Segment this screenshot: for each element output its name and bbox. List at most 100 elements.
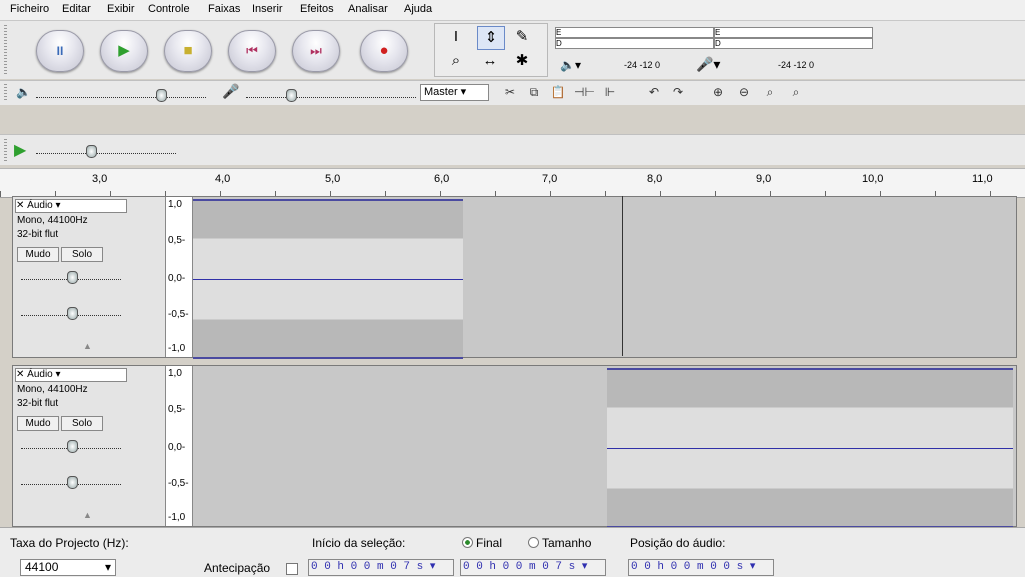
selection-start-field[interactable]: 0 0 h 0 0 m 0 7 s ▾ — [308, 559, 454, 576]
gain-slider[interactable] — [21, 269, 121, 284]
menu-exibir[interactable]: Exibir — [107, 3, 135, 15]
selection-tool[interactable]: I — [443, 26, 469, 48]
skip-to-start-button[interactable]: ⏮ — [228, 30, 276, 72]
solo-button[interactable]: Solo — [61, 416, 103, 431]
record-volume-slider[interactable] — [246, 87, 416, 102]
gain-slider[interactable] — [21, 438, 121, 453]
microphone-icon: 🎤 — [222, 83, 240, 99]
menu-analisar[interactable]: Analisar — [348, 3, 388, 15]
zoom-in-icon[interactable]: ⊕ — [708, 83, 728, 101]
ruler-label: 11,0 — [972, 173, 993, 185]
menu-faixas[interactable]: Faixas — [208, 3, 240, 15]
timeshift-tool[interactable]: ↔ — [477, 50, 503, 72]
playback-meter[interactable]: E D — [555, 27, 714, 59]
slider-knob[interactable] — [67, 271, 78, 284]
ruler-label: 7,0 — [542, 173, 558, 185]
slider-knob[interactable] — [286, 89, 297, 102]
redo-icon[interactable]: ↷ — [668, 83, 688, 101]
pause-icon: II — [56, 44, 64, 58]
playback-volume-slider[interactable] — [36, 87, 206, 102]
meter-right-channel: D — [714, 38, 873, 49]
slider-knob[interactable] — [67, 476, 78, 489]
track-name-dropdown[interactable]: ✕ Áudio ▾ — [15, 199, 127, 213]
speaker-icon[interactable]: 🔈▾ — [560, 58, 581, 72]
silence-icon[interactable]: ⊩ — [600, 83, 620, 101]
project-rate-select[interactable]: 44100 ▾ — [20, 559, 116, 576]
paste-icon[interactable]: 📋 — [548, 83, 568, 101]
collapse-arrow-icon[interactable]: ▲ — [83, 510, 92, 520]
play-at-speed-icon[interactable]: ▶ — [14, 140, 26, 160]
menu-inserir[interactable]: Inserir — [252, 3, 283, 15]
record-meter[interactable]: E D — [714, 27, 873, 59]
tools-toolbar: I ⇕ ✎ ⌕ ↔ ✱ — [434, 23, 548, 77]
menu-efeitos[interactable]: Efeitos — [300, 3, 334, 15]
fit-selection-icon[interactable]: ⌕ — [760, 83, 780, 101]
meter-right-channel: D — [555, 38, 714, 49]
fit-project-icon[interactable]: ⌕ — [786, 83, 806, 101]
multi-tool[interactable]: ✱ — [509, 50, 535, 72]
audio-position-label: Posição do áudio: — [630, 536, 726, 550]
stop-icon: ■ — [183, 42, 193, 59]
waveform-clip[interactable] — [607, 368, 1013, 528]
selection-toolbar: Taxa do Projecto (Hz): 44100 ▾ Antecipaç… — [0, 527, 1025, 577]
zoom-tool[interactable]: ⌕ — [443, 50, 469, 72]
zoom-out-icon[interactable]: ⊖ — [734, 83, 754, 101]
project-rate-label: Taxa do Projecto (Hz): — [10, 536, 129, 550]
snap-checkbox[interactable] — [286, 563, 298, 575]
track-format-info: Mono, 44100Hz — [17, 215, 88, 226]
skip-start-icon: ⏮ — [246, 43, 258, 58]
record-icon: ● — [379, 42, 389, 59]
track-control-panel: ✕ Áudio ▾ Mono, 44100Hz 32-bit flut Mudo… — [13, 366, 166, 526]
skip-to-end-button[interactable]: ⏭ — [292, 30, 340, 72]
slider-knob[interactable] — [86, 145, 97, 158]
cut-icon[interactable]: ✂ — [500, 83, 520, 101]
copy-icon[interactable]: ⧉ — [524, 83, 544, 101]
playback-cursor — [622, 196, 623, 356]
amplitude-scale: 1,0 0,5- 0,0- -0,5- -1,0 — [166, 366, 193, 526]
input-source-select[interactable]: Master ▾ — [420, 84, 489, 101]
pan-slider[interactable] — [21, 305, 121, 320]
solo-button[interactable]: Solo — [61, 247, 103, 262]
menu-ajuda[interactable]: Ajuda — [404, 3, 432, 15]
draw-tool[interactable]: ✎ — [509, 26, 535, 48]
play-speed-slider[interactable] — [36, 143, 176, 158]
meter-left-channel: E — [555, 27, 714, 38]
toolbar-grip[interactable] — [4, 139, 7, 161]
audio-track-2[interactable]: ✕ Áudio ▾ Mono, 44100Hz 32-bit flut Mudo… — [12, 365, 1017, 528]
toolbar-grip[interactable] — [4, 25, 7, 75]
undo-icon[interactable]: ↶ — [644, 83, 664, 101]
record-button[interactable]: ● — [360, 30, 408, 72]
ruler-label: 10,0 — [862, 173, 884, 185]
mute-button[interactable]: Mudo — [17, 416, 59, 431]
volume-icon: 🔈 — [16, 85, 31, 99]
mute-button[interactable]: Mudo — [17, 247, 59, 262]
radio-selected-icon — [462, 537, 473, 548]
menu-controle[interactable]: Controle — [148, 3, 190, 15]
audio-track-1[interactable]: ✕ Áudio ▾ Mono, 44100Hz 32-bit flut Mudo… — [12, 196, 1017, 359]
microphone-icon[interactable]: 🎤▾ — [696, 56, 720, 73]
menu-editar[interactable]: Editar — [62, 3, 91, 15]
toolbar-grip[interactable] — [4, 84, 7, 102]
play-icon: ▶ — [118, 42, 130, 59]
amplitude-scale: 1,0 0,5- 0,0- -0,5- -1,0 — [166, 197, 193, 357]
trim-icon[interactable]: ⊣⊢ — [574, 83, 595, 101]
length-radio[interactable]: Tamanho — [528, 536, 591, 550]
collapse-arrow-icon[interactable]: ▲ — [83, 341, 92, 351]
meter-scale-right: -24 -12 0 — [778, 60, 815, 70]
audio-position-field[interactable]: 0 0 h 0 0 m 0 0 s ▾ — [628, 559, 774, 576]
slider-knob[interactable] — [156, 89, 167, 102]
timeline-ruler[interactable]: 3,0 4,0 5,0 6,0 7,0 8,0 9,0 10,0 11,0 — [0, 168, 1025, 198]
slider-knob[interactable] — [67, 440, 78, 453]
pause-button[interactable]: II — [36, 30, 84, 72]
slider-knob[interactable] — [67, 307, 78, 320]
selection-end-field[interactable]: 0 0 h 0 0 m 0 7 s ▾ — [460, 559, 606, 576]
stop-button[interactable]: ■ — [164, 30, 212, 72]
envelope-tool[interactable]: ⇕ — [477, 26, 505, 50]
pan-slider[interactable] — [21, 474, 121, 489]
menu-ficheiro[interactable]: Ficheiro — [10, 3, 49, 15]
play-button[interactable]: ▶ — [100, 30, 148, 72]
radio-icon — [528, 537, 539, 548]
waveform-clip[interactable] — [193, 199, 463, 359]
track-name-dropdown[interactable]: ✕ Áudio ▾ — [15, 368, 127, 382]
end-radio[interactable]: Final — [462, 536, 502, 550]
